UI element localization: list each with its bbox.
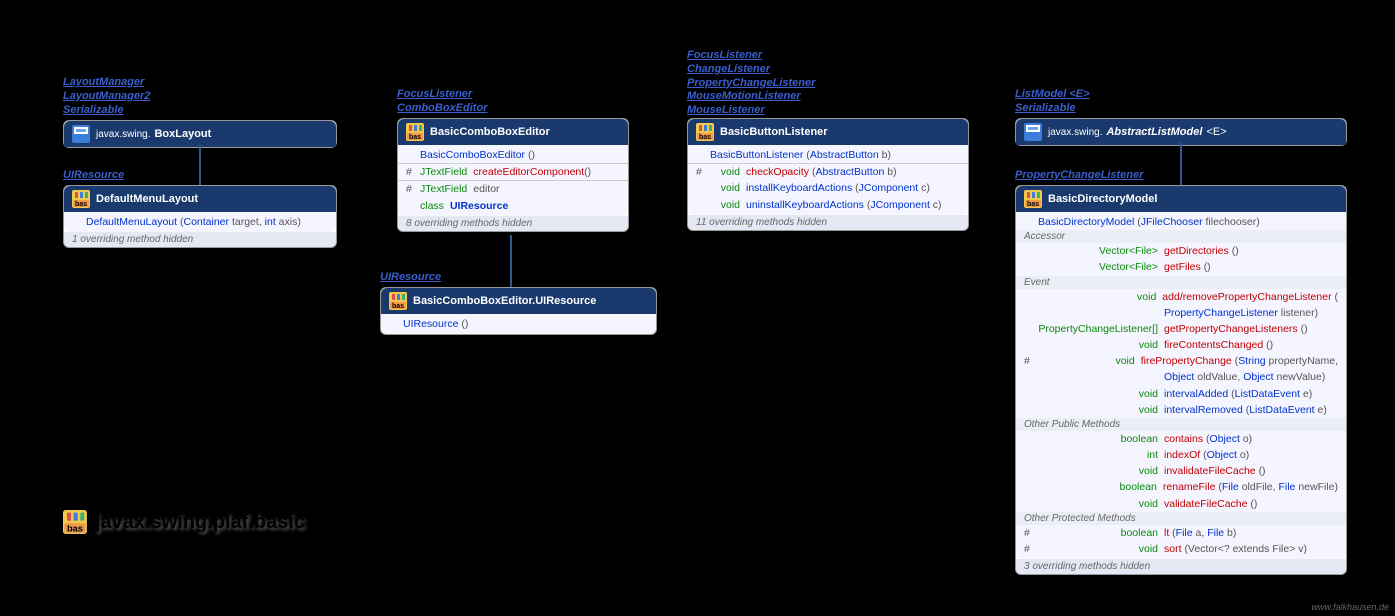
bas-class-icon bbox=[72, 190, 90, 208]
constructor-row: UIResource () bbox=[381, 316, 656, 332]
class-name: BasicComboBoxEditor bbox=[430, 126, 550, 138]
class-header[interactable]: BasicButtonListener bbox=[688, 119, 968, 145]
bas-class-icon bbox=[406, 123, 424, 141]
class-name: BasicComboBoxEditor.UIResource bbox=[413, 295, 596, 307]
class-box-basicdirectorymodel: BasicDirectoryModel BasicDirectoryModel … bbox=[1015, 185, 1347, 575]
class-header[interactable]: DefaultMenuLayout bbox=[64, 186, 336, 212]
method-row: booleancontains (Object o) bbox=[1016, 431, 1346, 447]
bas-package-icon bbox=[63, 510, 87, 534]
method-row: voidintervalRemoved (ListDataEvent e) bbox=[1016, 402, 1346, 418]
class-box-basiccomboboxeditor-uiresource: BasicComboBoxEditor.UIResource UIResourc… bbox=[380, 287, 657, 335]
implements-list: PropertyChangeListener bbox=[1015, 169, 1143, 183]
field-row: # JTextField editor bbox=[398, 181, 628, 197]
bas-class-icon bbox=[389, 292, 407, 310]
overrides-note: 1 overriding method hidden bbox=[64, 232, 336, 247]
inner-class-row: class UIResource bbox=[398, 198, 628, 214]
section-accessor: Accessor bbox=[1016, 230, 1346, 243]
class-box-boxlayout: javax.swing. BoxLayout bbox=[63, 120, 337, 148]
overrides-note: 3 overriding methods hidden bbox=[1016, 559, 1346, 574]
method-row: booleanrenameFile (File oldFile, File ne… bbox=[1016, 479, 1346, 495]
section-protected: Other Protected Methods bbox=[1016, 512, 1346, 525]
method-row: voidinvalidateFileCache () bbox=[1016, 463, 1346, 479]
implements-list: FocusListener ChangeListener PropertyCha… bbox=[687, 49, 815, 118]
method-row: voidfireContentsChanged () bbox=[1016, 337, 1346, 353]
implements-list: UIResource bbox=[380, 271, 441, 285]
constructor-row: BasicButtonListener (AbstractButton b) bbox=[688, 147, 968, 163]
method-row: PropertyChangeListener[]getPropertyChang… bbox=[1016, 321, 1346, 337]
method-row: intindexOf (Object o) bbox=[1016, 447, 1346, 463]
overrides-note: 11 overriding methods hidden bbox=[688, 215, 968, 230]
class-box-basiccomboboxeditor: BasicComboBoxEditor BasicComboBoxEditor … bbox=[397, 118, 629, 232]
method-row: #voidfirePropertyChange (String property… bbox=[1016, 353, 1346, 369]
method-row: voidvalidateFileCache () bbox=[1016, 496, 1346, 512]
implements-list: FocusListener ComboBoxEditor bbox=[397, 88, 487, 116]
class-name: BasicButtonListener bbox=[720, 126, 828, 138]
class-header[interactable]: javax.swing. AbstractListModel <E> bbox=[1016, 119, 1346, 145]
implements-list: UIResource bbox=[63, 169, 124, 183]
class-header[interactable]: javax.swing. BoxLayout bbox=[64, 121, 336, 147]
section-public: Other Public Methods bbox=[1016, 418, 1346, 431]
method-row: Vector<File>getDirectories () bbox=[1016, 243, 1346, 259]
method-row: Vector<File>getFiles () bbox=[1016, 259, 1346, 275]
package-prefix: javax.swing. bbox=[96, 129, 150, 140]
implements-list: ListModel <E> Serializable bbox=[1015, 88, 1090, 116]
package-prefix: javax.swing. bbox=[1048, 127, 1102, 138]
java-class-icon bbox=[72, 125, 90, 143]
section-event: Event bbox=[1016, 276, 1346, 289]
inheritance-connector bbox=[199, 145, 201, 185]
method-row: voidadd/removePropertyChangeListener ( bbox=[1016, 289, 1346, 305]
class-name: DefaultMenuLayout bbox=[96, 193, 198, 205]
bas-class-icon bbox=[696, 123, 714, 141]
method-row: #voidsort (Vector<? extends File> v) bbox=[1016, 541, 1346, 557]
method-cont: Object oldValue, Object newValue) bbox=[1016, 369, 1346, 385]
class-box-defaultmenulayout: DefaultMenuLayout DefaultMenuLayout (Con… bbox=[63, 185, 337, 248]
inheritance-connector bbox=[1180, 143, 1182, 188]
class-header[interactable]: BasicDirectoryModel bbox=[1016, 186, 1346, 212]
class-box-abstractlistmodel: javax.swing. AbstractListModel <E> bbox=[1015, 118, 1347, 146]
class-box-basicbuttonlistener: BasicButtonListener BasicButtonListener … bbox=[687, 118, 969, 231]
method-row: # void checkOpacity (AbstractButton b) bbox=[688, 164, 968, 180]
constructor-row: BasicDirectoryModel (JFileChooser filech… bbox=[1016, 214, 1346, 230]
method-row: #booleanlt (File a, File b) bbox=[1016, 525, 1346, 541]
class-name: BoxLayout bbox=[154, 128, 211, 140]
inheritance-connector bbox=[510, 235, 512, 288]
constructor-row: BasicComboBoxEditor () bbox=[398, 147, 628, 163]
package-label: javax.swing.plaf.basic bbox=[63, 510, 305, 534]
java-class-icon bbox=[1024, 123, 1042, 141]
method-row: void uninstallKeyboardActions (JComponen… bbox=[688, 197, 968, 213]
bas-class-icon bbox=[1024, 190, 1042, 208]
method-row: # JTextField createEditorComponent () bbox=[398, 164, 628, 180]
method-row: voidintervalAdded (ListDataEvent e) bbox=[1016, 386, 1346, 402]
constructor-row: DefaultMenuLayout (Container target, int… bbox=[64, 214, 336, 230]
footer-url: www.falkhausen.de bbox=[1311, 602, 1389, 612]
overrides-note: 8 overriding methods hidden bbox=[398, 216, 628, 231]
class-name: BasicDirectoryModel bbox=[1048, 193, 1157, 205]
method-row: void installKeyboardActions (JComponent … bbox=[688, 180, 968, 196]
class-header[interactable]: BasicComboBoxEditor.UIResource bbox=[381, 288, 656, 314]
class-name: AbstractListModel bbox=[1106, 126, 1202, 138]
method-cont: PropertyChangeListener listener) bbox=[1016, 305, 1346, 321]
implements-list: LayoutManager LayoutManager2 Serializabl… bbox=[63, 76, 150, 117]
class-header[interactable]: BasicComboBoxEditor bbox=[398, 119, 628, 145]
type-variable: <E> bbox=[1206, 126, 1226, 138]
